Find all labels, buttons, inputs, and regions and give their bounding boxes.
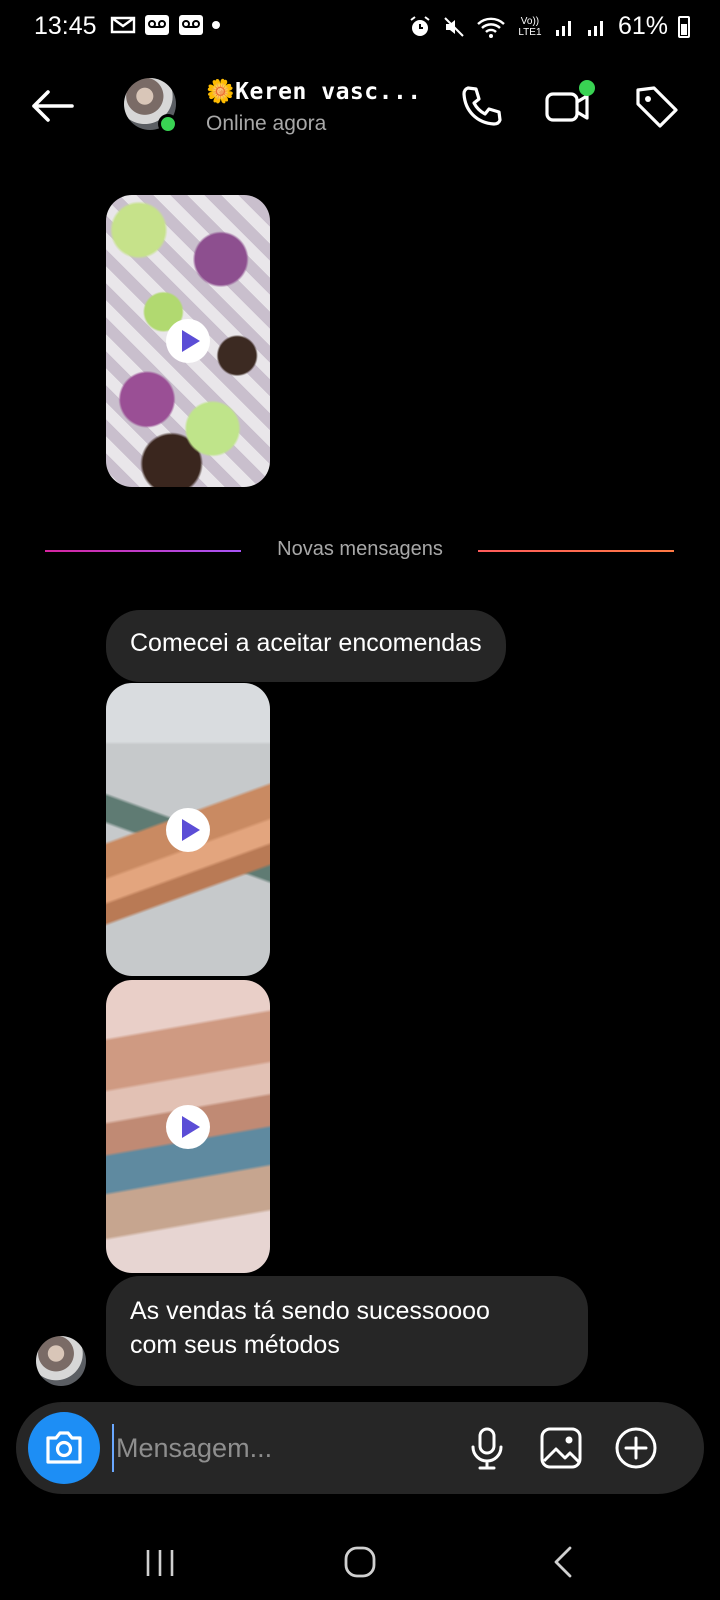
play-icon[interactable] (166, 807, 210, 852)
online-indicator (158, 114, 178, 134)
message-text: As vendas tá sendo sucessoooo (130, 1297, 490, 1325)
gmail-icon (110, 16, 136, 34)
back-arrow-icon[interactable] (28, 86, 76, 126)
status-time: 13:45 (34, 12, 97, 40)
contact-name[interactable]: 🌼Keren vasc... (206, 78, 422, 105)
video-message[interactable] (106, 683, 270, 976)
play-icon[interactable] (166, 1104, 210, 1149)
back-nav-icon[interactable] (544, 1542, 584, 1582)
camera-button[interactable] (28, 1412, 100, 1484)
voicemail-icon (145, 15, 169, 35)
new-messages-divider: Novas mensagens (0, 538, 720, 566)
plus-icon[interactable] (613, 1425, 659, 1471)
chat-header: 🌼Keren vasc... Online agora (0, 62, 720, 152)
notification-icons (110, 14, 220, 36)
message-text: Comecei a aceitar encomendas (130, 629, 482, 657)
play-icon[interactable] (166, 319, 210, 363)
video-message[interactable] (106, 980, 270, 1273)
message-composer (16, 1402, 704, 1494)
battery-icon (678, 15, 690, 38)
divider-line (478, 550, 674, 552)
video-message[interactable] (106, 195, 270, 487)
video-call-button[interactable] (543, 80, 595, 132)
navigation-bar (0, 1520, 720, 1600)
system-icons: Vo)) LTE1 61% (408, 12, 690, 41)
mute-icon (444, 16, 464, 37)
phone-icon[interactable] (456, 82, 506, 132)
camera-icon (46, 1431, 82, 1464)
wifi-icon (477, 17, 505, 38)
message-bubble[interactable]: Comecei a aceitar encomendas (106, 610, 506, 682)
signal-icon (587, 20, 603, 36)
sender-avatar[interactable] (36, 1336, 86, 1386)
tag-icon[interactable] (632, 82, 682, 132)
home-icon[interactable] (340, 1542, 380, 1582)
status-bar: 13:45 Vo)) LTE1 61% (0, 0, 720, 52)
message-input[interactable] (112, 1424, 472, 1472)
video-active-dot (579, 80, 595, 96)
network-type: Vo)) LTE1 (518, 15, 542, 38)
gallery-icon[interactable] (538, 1425, 584, 1471)
voicemail-icon (179, 15, 203, 35)
more-notifications-dot (212, 21, 220, 29)
contact-status: Online agora (206, 112, 327, 135)
alarm-icon (410, 15, 430, 36)
message-text: com seus métodos (130, 1331, 340, 1359)
microphone-icon[interactable] (464, 1425, 510, 1471)
recent-apps-icon[interactable] (140, 1542, 180, 1582)
message-bubble[interactable]: As vendas tá sendo sucessoooo com seus m… (106, 1276, 588, 1386)
signal-icon (555, 20, 571, 36)
battery-percent: 61% (617, 12, 668, 40)
